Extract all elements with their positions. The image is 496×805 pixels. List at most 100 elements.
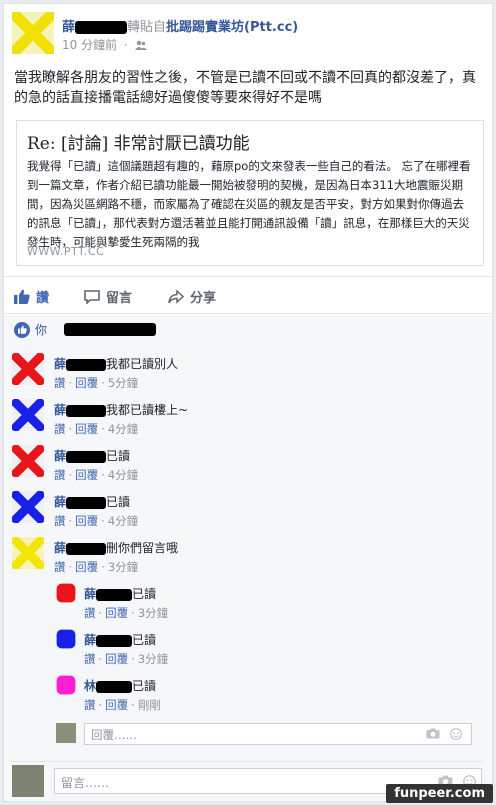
redaction — [66, 542, 107, 555]
avatar[interactable] — [12, 12, 54, 54]
via-text: 轉貼自 — [127, 20, 167, 35]
avatar[interactable] — [12, 491, 44, 523]
meta-dot: · — [101, 422, 105, 436]
comment-meta: 讚 · 回覆 · 4分鐘 — [54, 513, 138, 529]
comment-like-link[interactable]: 讚 — [54, 560, 66, 574]
comment-reply-link[interactable]: 回覆 — [105, 698, 128, 712]
comment-text-line: 薛 已讀 — [84, 585, 156, 602]
comment-reply-link[interactable]: 回覆 — [75, 376, 98, 390]
comment-time[interactable]: 5分鐘 — [108, 376, 138, 390]
comment-label: 留言 — [106, 291, 133, 306]
avatar[interactable] — [56, 675, 76, 695]
post-time[interactable]: 10 分鐘前 — [62, 38, 117, 52]
thumbs-up-icon — [14, 289, 30, 304]
action-bar: 讚 留言 分享 — [4, 276, 492, 314]
comment-reply-link[interactable]: 回覆 — [105, 652, 128, 666]
avatar[interactable] — [12, 445, 44, 477]
comment-reply-link[interactable]: 回覆 — [75, 514, 98, 528]
emoji-icon[interactable] — [450, 728, 462, 740]
x-mark-icon — [12, 537, 44, 569]
comment-body: 已讀 — [132, 633, 157, 647]
post-header: 薛 轉貼自批踢踢實業坊(Ptt.cc) 10 分鐘前 · — [12, 12, 482, 62]
commenter-name[interactable]: 薛 — [54, 495, 66, 509]
comment-time[interactable]: 3分鐘 — [138, 606, 168, 620]
commenter-name[interactable]: 林 — [84, 679, 96, 693]
comment-like-link[interactable]: 讚 — [84, 652, 96, 666]
comment-time[interactable]: 4分鐘 — [108, 468, 138, 482]
meta-dot: · — [68, 422, 73, 436]
comment-like-link[interactable]: 讚 — [54, 514, 66, 528]
meta-dot: · — [131, 698, 135, 712]
x-mark — [12, 445, 44, 477]
camera-icon[interactable] — [426, 728, 440, 739]
comment-body: 我都已讀別人 — [106, 357, 179, 371]
meta-dot: · — [131, 606, 135, 620]
comment-time[interactable]: 4分鐘 — [108, 514, 138, 528]
comment-time[interactable]: 3分鐘 — [108, 560, 138, 574]
x-mark-icon — [12, 491, 44, 523]
avatar[interactable] — [56, 629, 76, 649]
comment-like-link[interactable]: 讚 — [54, 422, 66, 436]
avatar[interactable] — [12, 399, 44, 431]
comment-like-link[interactable]: 讚 — [54, 376, 66, 390]
comment-text-line: 薛 已讀 — [54, 493, 130, 510]
commenter-name[interactable]: 薛 — [54, 357, 66, 371]
commenter-name[interactable]: 薛 — [54, 541, 66, 555]
meta-dot: · — [101, 468, 105, 482]
color-block-icon — [56, 583, 76, 603]
x-mark-icon — [12, 12, 54, 54]
comment-button[interactable]: 留言 — [84, 287, 132, 306]
comment-reply-link[interactable]: 回覆 — [105, 606, 128, 620]
preview-title[interactable]: Re: [討論] 非常討厭已讀功能 — [27, 129, 250, 154]
post-card: 薛 轉貼自批踢踢實業坊(Ptt.cc) 10 分鐘前 · 當我瞭解各朋友的習性之後… — [3, 3, 493, 802]
author-line: 薛 轉貼自批踢踢實業坊(Ptt.cc) — [62, 16, 298, 35]
like-label: 讚 — [36, 291, 50, 306]
like-button[interactable]: 讚 — [14, 287, 49, 306]
preview-body: 我覺得「已讀」這個議題超有趣的，藉原po的文來發表一些自己的看法。 忘了在哪裡看… — [27, 159, 471, 249]
reply-input[interactable]: 回覆…… — [84, 723, 472, 745]
color-block-icon — [56, 629, 76, 649]
x-mark — [12, 491, 44, 523]
commenter-name[interactable]: 薛 — [54, 449, 66, 463]
share-button[interactable]: 分享 — [168, 287, 216, 306]
comment-reply-link[interactable]: 回覆 — [75, 468, 98, 482]
comment-time[interactable]: 剛剛 — [138, 698, 161, 712]
color-block — [56, 675, 76, 695]
commenter-name[interactable]: 薛 — [84, 633, 96, 647]
preview-source: WWW.PTT.CC — [27, 245, 105, 258]
comment-body: 已讀 — [132, 679, 157, 693]
likes-summary[interactable]: 你 — [14, 321, 157, 338]
meta-dot: · — [68, 514, 73, 528]
comment-meta: 讚 · 回覆 · 5分鐘 — [54, 375, 138, 391]
watermark: funpeer.com — [386, 784, 493, 803]
comment-body: 刪你們留言哦 — [106, 541, 179, 555]
redaction — [96, 634, 133, 647]
avatar[interactable] — [12, 537, 44, 569]
comment-like-link[interactable]: 讚 — [84, 698, 96, 712]
share-label: 分享 — [190, 291, 217, 306]
meta-dot: · — [98, 606, 103, 620]
post-meta: 10 分鐘前 · — [62, 36, 147, 53]
link-preview[interactable]: Re: [討論] 非常討厭已讀功能 我覺得「已讀」這個議題超有趣的，藉原po的文… — [16, 120, 484, 266]
comment-time[interactable]: 4分鐘 — [108, 422, 138, 436]
comment-icon — [84, 289, 100, 304]
avatar[interactable] — [56, 583, 76, 603]
page-name-link[interactable]: 批踢踢實業坊(Ptt.cc) — [166, 20, 298, 35]
meta-dot: · — [101, 376, 105, 390]
comment-time[interactable]: 3分鐘 — [138, 652, 168, 666]
avatar[interactable] — [12, 353, 44, 385]
comment-meta: 讚 · 回覆 · 4分鐘 — [54, 467, 138, 483]
meta-dot: · — [101, 560, 105, 574]
avatar — [56, 723, 76, 743]
friends-icon[interactable] — [134, 40, 147, 50]
comment-body: 已讀 — [106, 495, 131, 509]
redaction — [96, 588, 133, 601]
comment-reply-link[interactable]: 回覆 — [75, 422, 98, 436]
comment-like-link[interactable]: 讚 — [84, 606, 96, 620]
color-block — [56, 583, 76, 603]
comment-reply-link[interactable]: 回覆 — [75, 560, 98, 574]
commenter-name[interactable]: 薛 — [84, 587, 96, 601]
comment-like-link[interactable]: 讚 — [54, 468, 66, 482]
commenter-name[interactable]: 薛 — [54, 403, 66, 417]
author-name[interactable]: 薛 — [62, 20, 75, 35]
